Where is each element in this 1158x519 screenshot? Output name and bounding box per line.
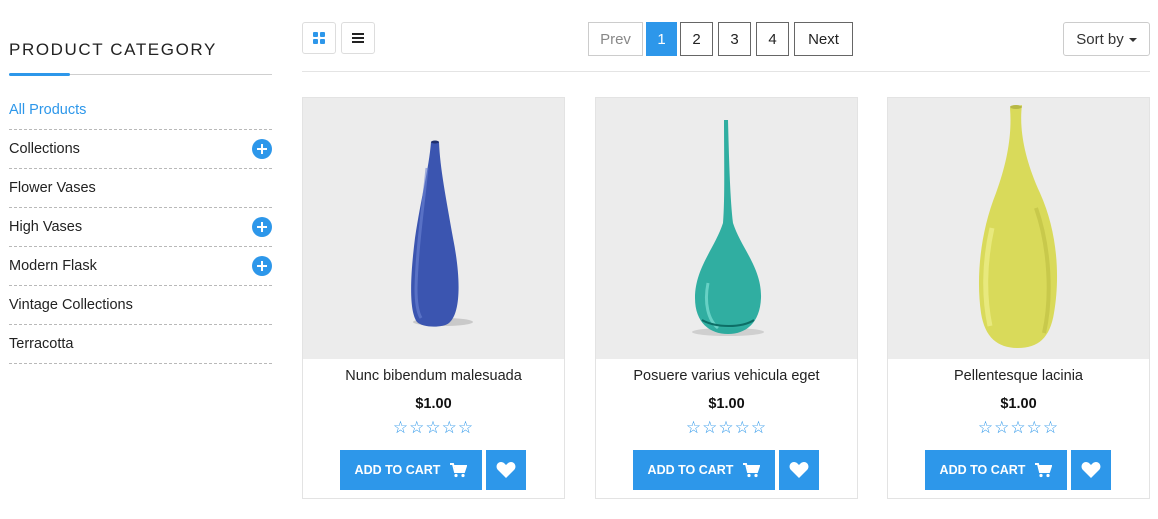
cart-icon <box>743 462 761 477</box>
category-item-flower-vases[interactable]: Flower Vases <box>9 169 272 208</box>
pagination: Prev 1 2 3 4 Next <box>588 22 853 56</box>
add-to-cart-button[interactable]: ADD TO CART <box>925 450 1067 490</box>
rating-stars: ☆☆☆☆☆ <box>685 418 768 437</box>
page-2-button[interactable]: 2 <box>680 22 713 56</box>
product-card: Posuere varius vehicula eget $1.00 ☆☆☆☆☆… <box>595 97 858 499</box>
list-icon <box>352 33 364 43</box>
category-item-vintage-collections[interactable]: Vintage Collections <box>9 286 272 325</box>
heart-icon <box>1081 462 1101 478</box>
category-item-high-vases[interactable]: High Vases <box>9 208 272 247</box>
sort-by-label: Sort by <box>1076 30 1124 48</box>
category-label: Flower Vases <box>9 180 96 196</box>
product-price: $1.00 <box>415 396 452 412</box>
wishlist-button[interactable] <box>779 450 819 490</box>
rating-stars: ☆☆☆☆☆ <box>392 418 475 437</box>
page-3-button[interactable]: 3 <box>718 22 751 56</box>
grid-icon <box>313 32 325 44</box>
category-label: High Vases <box>9 219 83 235</box>
expand-plus-icon[interactable] <box>252 217 272 237</box>
prev-page-button[interactable]: Prev <box>588 22 643 56</box>
product-image[interactable] <box>596 98 857 359</box>
category-title-accent <box>9 73 70 76</box>
blue-vase-image <box>411 140 473 327</box>
category-item-modern-flask[interactable]: Modern Flask <box>9 247 272 286</box>
category-item-all-products[interactable]: All Products <box>9 91 272 130</box>
add-to-cart-label: ADD TO CART <box>647 463 734 477</box>
product-card: Pellentesque lacinia $1.00 ☆☆☆☆☆ ADD TO … <box>887 97 1150 499</box>
add-to-cart-label: ADD TO CART <box>354 463 441 477</box>
grid-view-button[interactable] <box>302 22 336 54</box>
product-name[interactable]: Pellentesque lacinia <box>888 368 1149 384</box>
sort-by-dropdown[interactable]: Sort by <box>1063 22 1150 56</box>
product-name[interactable]: Posuere varius vehicula eget <box>596 368 857 384</box>
category-item-collections[interactable]: Collections <box>9 130 272 169</box>
category-list: All Products Collections Flower Vases Hi… <box>9 91 272 364</box>
wishlist-button[interactable] <box>1071 450 1111 490</box>
product-price: $1.00 <box>1000 396 1037 412</box>
yellow-vase-image <box>978 105 1058 348</box>
wishlist-button[interactable] <box>486 450 526 490</box>
add-to-cart-button[interactable]: ADD TO CART <box>340 450 482 490</box>
expand-plus-icon[interactable] <box>252 256 272 276</box>
heart-icon <box>496 462 516 478</box>
list-view-button[interactable] <box>341 22 375 54</box>
product-name[interactable]: Nunc bibendum malesuada <box>303 368 564 384</box>
caret-down-icon <box>1128 38 1137 42</box>
page-1-button[interactable]: 1 <box>646 22 677 56</box>
product-price: $1.00 <box>708 396 745 412</box>
category-label: Terracotta <box>9 336 74 352</box>
cart-icon <box>1035 462 1053 477</box>
category-label: All Products <box>9 102 87 118</box>
product-card: Nunc bibendum malesuada $1.00 ☆☆☆☆☆ ADD … <box>302 97 565 499</box>
next-page-button[interactable]: Next <box>794 22 853 56</box>
category-title: PRODUCT CATEGORY <box>9 40 217 59</box>
category-item-terracotta[interactable]: Terracotta <box>9 325 272 364</box>
toolbar-divider <box>302 71 1150 72</box>
heart-icon <box>789 462 809 478</box>
cart-icon <box>450 462 468 477</box>
expand-plus-icon[interactable] <box>252 139 272 159</box>
product-image[interactable] <box>303 98 564 359</box>
category-label: Collections <box>9 141 80 157</box>
product-image[interactable] <box>888 98 1149 359</box>
page-4-button[interactable]: 4 <box>756 22 789 56</box>
category-label: Vintage Collections <box>9 297 133 313</box>
teal-vase-image <box>692 120 764 336</box>
category-label: Modern Flask <box>9 258 97 274</box>
add-to-cart-button[interactable]: ADD TO CART <box>633 450 775 490</box>
rating-stars: ☆☆☆☆☆ <box>977 418 1060 437</box>
add-to-cart-label: ADD TO CART <box>939 463 1026 477</box>
